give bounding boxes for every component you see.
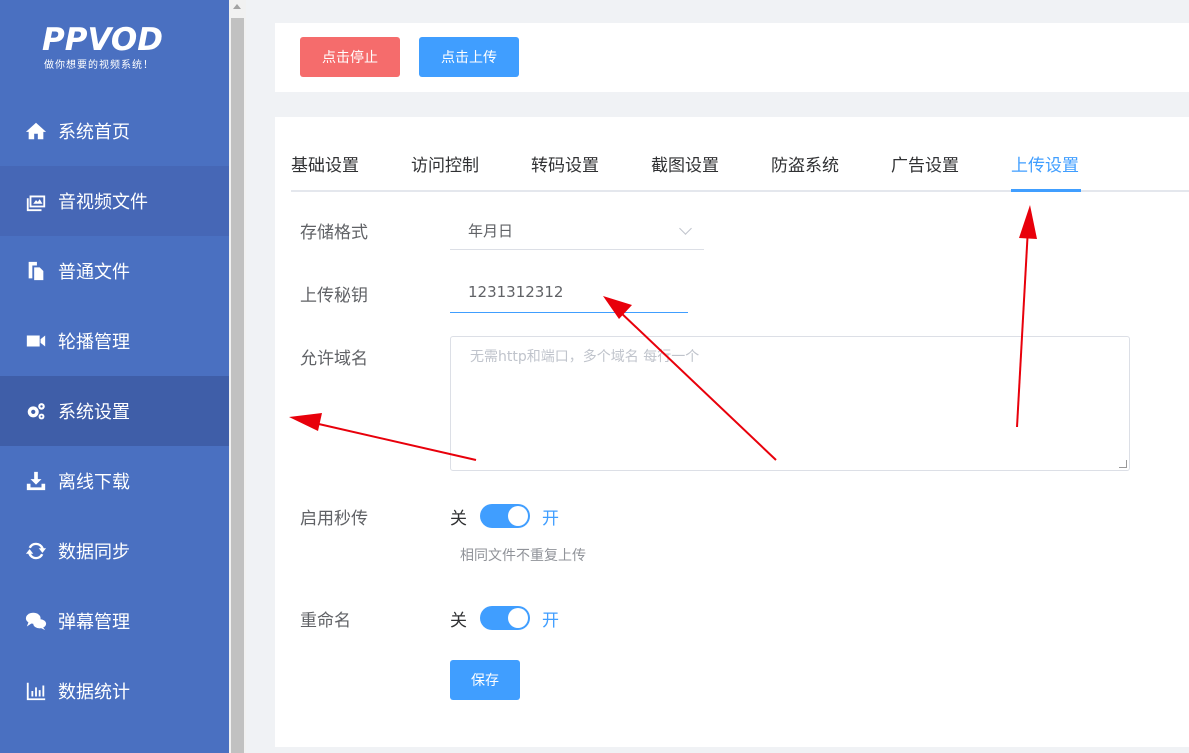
sidebar-item-media[interactable]: 音视频文件 — [0, 166, 229, 236]
scroll-thumb[interactable] — [231, 18, 244, 753]
comments-icon — [24, 609, 48, 633]
sidebar-item-label: 数据统计 — [58, 682, 130, 703]
instant-upload-switch[interactable] — [480, 504, 530, 528]
sidebar-item-statistics[interactable]: 数据统计 — [0, 656, 229, 726]
sidebar-item-label: 系统设置 — [58, 402, 130, 423]
sidebar-item-label: 数据同步 — [58, 542, 130, 563]
sidebar-item-settings[interactable]: 系统设置 — [0, 376, 229, 446]
instant-upload-label: 启用秒传 — [300, 509, 368, 529]
bar-chart-icon — [24, 679, 48, 703]
allowed-domains-placeholder: 无需http和端口，多个域名 每行一个 — [470, 349, 700, 365]
tab-access-control[interactable]: 访问控制 — [411, 150, 479, 192]
sidebar-item-data-sync[interactable]: 数据同步 — [0, 516, 229, 586]
rename-on-label: 开 — [542, 611, 559, 631]
resize-handle-icon[interactable] — [1119, 460, 1127, 468]
gears-icon — [24, 399, 48, 423]
upload-key-value: 1231312312 — [468, 283, 564, 301]
rename-off-label: 关 — [450, 611, 467, 631]
rename-label: 重命名 — [300, 611, 351, 631]
home-icon — [24, 119, 48, 143]
sidebar-item-label: 离线下载 — [58, 472, 130, 493]
switch-knob — [508, 608, 528, 628]
sidebar-item-files[interactable]: 普通文件 — [0, 236, 229, 306]
instant-upload-on-label: 开 — [542, 509, 559, 529]
sidebar-item-offline-download[interactable]: 离线下载 — [0, 446, 229, 516]
stop-button[interactable]: 点击停止 — [300, 37, 400, 77]
sidebar-item-carousel[interactable]: 轮播管理 — [0, 306, 229, 376]
storage-format-value: 年月日 — [468, 222, 514, 240]
switch-knob — [508, 506, 528, 526]
allowed-domains-textarea[interactable]: 无需http和端口，多个域名 每行一个 — [450, 336, 1130, 471]
sidebar-item-label: 系统首页 — [58, 122, 130, 143]
sidebar-item-label: 弹幕管理 — [58, 612, 130, 633]
allowed-domains-label: 允许域名 — [300, 349, 368, 369]
upload-key-input[interactable]: 1231312312 — [450, 273, 688, 313]
active-tab-indicator — [1011, 189, 1081, 192]
files-icon — [24, 259, 48, 283]
tab-anti-theft[interactable]: 防盗系统 — [771, 150, 839, 192]
sidebar-item-label: 普通文件 — [58, 262, 130, 283]
sidebar-item-home[interactable]: 系统首页 — [0, 96, 229, 166]
chevron-down-icon — [679, 222, 692, 235]
sidebar-item-label: 轮播管理 — [58, 332, 130, 353]
tab-basic[interactable]: 基础设置 — [291, 150, 359, 192]
media-icon — [24, 189, 48, 213]
upload-button[interactable]: 点击上传 — [419, 37, 519, 77]
rename-switch[interactable] — [480, 606, 530, 630]
upload-key-label: 上传秘钥 — [300, 286, 368, 306]
sidebar: PPVOD 做你想要的视频系统！ 系统首页 音视频文件 普通文件 轮播管理 系统… — [0, 0, 229, 753]
action-card: 点击停止 点击上传 — [275, 23, 1189, 92]
video-camera-icon — [24, 329, 48, 353]
logo-tagline: 做你想要的视频系统！ — [44, 60, 154, 71]
vertical-scrollbar[interactable] — [229, 0, 246, 753]
settings-tabs: 基础设置 访问控制 转码设置 截图设置 防盗系统 广告设置 上传设置 — [291, 150, 1189, 192]
scroll-up-arrow-icon[interactable] — [233, 4, 241, 9]
sync-icon — [24, 539, 48, 563]
tab-ads[interactable]: 广告设置 — [891, 150, 959, 192]
instant-upload-off-label: 关 — [450, 509, 467, 529]
tab-screenshot[interactable]: 截图设置 — [651, 150, 719, 192]
logo-text: PPVOD — [42, 22, 163, 58]
storage-format-label: 存储格式 — [300, 223, 368, 243]
settings-card: 基础设置 访问控制 转码设置 截图设置 防盗系统 广告设置 上传设置 存储格式 … — [275, 117, 1189, 747]
logo[interactable]: PPVOD 做你想要的视频系统！ — [0, 0, 229, 96]
tab-upload[interactable]: 上传设置 — [1011, 150, 1079, 192]
sidebar-item-danmaku[interactable]: 弹幕管理 — [0, 586, 229, 656]
tab-transcode[interactable]: 转码设置 — [531, 150, 599, 192]
save-button[interactable]: 保存 — [450, 660, 520, 700]
instant-upload-hint: 相同文件不重复上传 — [460, 548, 586, 564]
download-icon — [24, 469, 48, 493]
sidebar-item-label: 音视频文件 — [58, 192, 148, 213]
storage-format-select[interactable]: 年月日 — [450, 210, 704, 250]
